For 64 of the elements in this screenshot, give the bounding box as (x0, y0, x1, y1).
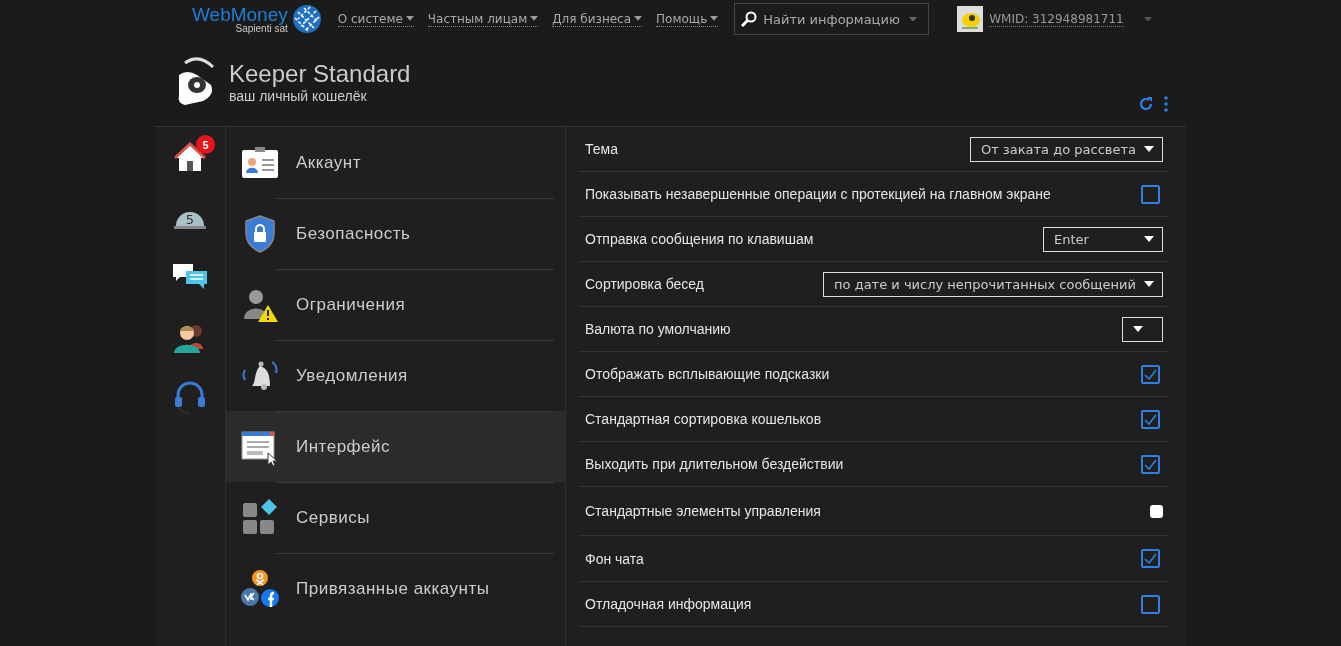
refresh-icon[interactable] (1138, 96, 1154, 112)
search-field[interactable]: Найти информацию (734, 3, 930, 35)
more-icon[interactable] (1164, 96, 1168, 112)
app-title: Keeper Standard (229, 60, 411, 88)
setting-label: Отображать всплывающие подсказки (585, 366, 830, 382)
dropdown[interactable]: по дате и числу непрочитанных сообщений (823, 271, 1163, 297)
notification-badge: 5 (196, 135, 215, 154)
avatar-icon (957, 6, 984, 32)
setting-label: Стандартная сортировка кошельков (585, 411, 822, 427)
dropdown[interactable]: Enter (1043, 226, 1163, 252)
check-icon (1144, 413, 1157, 425)
checkbox[interactable] (1141, 454, 1160, 474)
caret-icon (634, 16, 643, 21)
setting-label: Сортировка бесед (585, 276, 705, 292)
nav-menu-link[interactable]: Частным лицам (427, 11, 539, 27)
settings-menu-item[interactable]: Сервисы (226, 482, 565, 553)
caret-icon (1133, 326, 1143, 332)
coin-rail-button[interactable]: 5 (165, 195, 215, 239)
caret-icon (1143, 16, 1152, 22)
dropdown[interactable]: От заката до рассвета (969, 136, 1163, 162)
caret-icon (710, 16, 719, 21)
checkbox[interactable] (1141, 364, 1160, 384)
setting-label: Отладочная информация (585, 596, 752, 612)
settings-menu-item[interactable]: Уведомления (226, 340, 565, 411)
caret-icon (530, 16, 539, 21)
nav-menu-link[interactable]: Для бизнеса (552, 11, 643, 27)
settings-menu-item[interactable]: Аккаунт (226, 127, 565, 198)
checkbox[interactable] (1141, 594, 1160, 614)
checkbox[interactable] (1150, 504, 1163, 518)
settings-menu-item[interactable]: Безопасность (226, 198, 565, 269)
check-icon (1144, 553, 1157, 564)
logo-tagline: Sapienti sat (235, 23, 288, 34)
setting-label: Фон чата (585, 550, 644, 567)
setting-label: Отправка сообщения по клавишам (585, 231, 814, 247)
setting-label: Показывать незавершенные операции с протекцией на главном экране (585, 186, 1051, 202)
dropdown[interactable] (1122, 316, 1163, 342)
settings-menu-item[interactable]: Привязанные аккаунты (226, 553, 565, 624)
checkbox[interactable] (1141, 409, 1160, 429)
social-accounts-icon (240, 568, 280, 609)
nav-menu-link[interactable]: Помощь (656, 11, 719, 27)
checkbox[interactable] (1141, 549, 1160, 568)
checkbox[interactable] (1141, 184, 1160, 204)
search-field[interactable]: Найти информацию (761, 10, 906, 28)
home-rail-button[interactable]: 5 (165, 135, 215, 179)
check-icon (1144, 458, 1157, 470)
caret-icon (405, 16, 414, 21)
caret-icon (1144, 146, 1154, 152)
caret-icon (909, 16, 918, 22)
setting-label: Стандартные элементы управления (585, 503, 821, 519)
search-icon (741, 11, 758, 27)
setting-label: Тема (585, 141, 618, 157)
setting-label: Валюта по умолчанию (585, 321, 731, 337)
caret-icon (1144, 281, 1154, 287)
headset-icon (174, 380, 206, 414)
check-icon (1144, 368, 1157, 380)
wmid-link[interactable]: WMID: 312948981711 (989, 11, 1124, 27)
setting-label: Выходить при длительном бездействии (585, 456, 844, 472)
logo-name: WebMoney (192, 4, 288, 24)
settings-menu-item[interactable]: Интерфейс (226, 411, 565, 482)
nav-menu-link[interactable]: О системе (337, 11, 414, 27)
app-subtitle: ваш личный кошелёк (229, 88, 368, 104)
globe-logo-icon (291, 4, 322, 34)
caret-icon (1144, 236, 1154, 242)
settings-menu-item[interactable]: Ограничения (226, 269, 565, 340)
